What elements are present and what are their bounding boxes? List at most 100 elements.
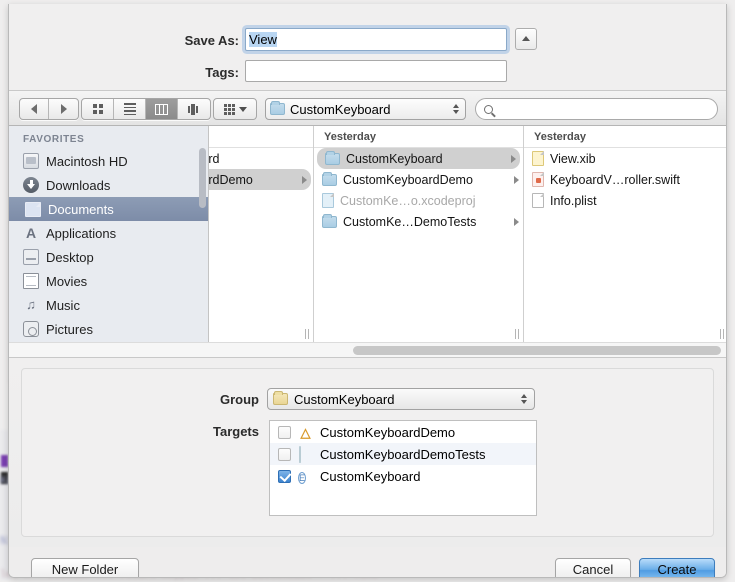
column-row[interactable]: CustomKe…o.xcodeproj xyxy=(314,190,523,211)
column-resize-handle[interactable] xyxy=(718,328,726,339)
arrow-right-icon xyxy=(60,104,67,114)
sidebar-item-music[interactable]: ♫ Music xyxy=(9,293,208,317)
back-button[interactable] xyxy=(20,99,49,119)
app-target-icon: △ xyxy=(300,424,311,440)
column-row-label: CustomKeyboardDemo xyxy=(343,172,473,187)
create-button[interactable]: Create xyxy=(639,558,715,577)
sidebar-item-label: Downloads xyxy=(46,177,111,193)
sidebar-item-label: Desktop xyxy=(46,249,94,265)
column-row[interactable]: …board xyxy=(209,148,313,169)
triangle-up-icon xyxy=(522,36,530,41)
browser-horizontal-scrollbar[interactable] xyxy=(9,342,726,357)
folder-icon xyxy=(322,213,337,228)
browser-toolbar: CustomKeyboard xyxy=(9,90,726,126)
column-row-label: …boardDemo xyxy=(209,172,253,187)
column-row-label: View.xib xyxy=(550,151,596,166)
targets-label: Targets xyxy=(213,424,259,439)
path-popup-button[interactable]: CustomKeyboard xyxy=(265,98,466,120)
column-row[interactable]: KeyboardV…roller.swift xyxy=(524,169,726,190)
folder-icon xyxy=(270,101,285,115)
gear-grid-icon xyxy=(223,103,235,115)
popup-arrows-icon xyxy=(453,104,459,114)
column-row[interactable]: CustomKeyboard xyxy=(317,148,520,169)
sidebar-item-downloads[interactable]: Downloads xyxy=(9,173,208,197)
coverflow-icon xyxy=(187,103,201,115)
new-folder-button[interactable]: New Folder xyxy=(31,558,139,577)
group-label: Group xyxy=(220,392,259,407)
target-checkbox[interactable] xyxy=(278,469,291,483)
sidebar-scrollbar[interactable] xyxy=(199,148,206,208)
plist-file-icon xyxy=(532,193,544,208)
sidebar-item-applications[interactable]: A Applications xyxy=(9,221,208,245)
sidebar-item-label: Macintosh HD xyxy=(46,153,128,169)
sidebar-item-desktop[interactable]: Desktop xyxy=(9,245,208,269)
dialog-footer: New Folder Cancel Create xyxy=(9,547,726,577)
desktop-icon xyxy=(23,249,39,265)
target-checkbox[interactable] xyxy=(278,425,291,439)
search-input[interactable] xyxy=(475,98,718,120)
column-row[interactable]: CustomKe…DemoTests xyxy=(314,211,523,232)
column-view-button[interactable] xyxy=(146,99,178,119)
accessory-panel: Group CustomKeyboard Targets △ CustomKey… xyxy=(9,357,726,547)
chevron-right-icon xyxy=(511,154,516,163)
column-row[interactable]: View.xib xyxy=(524,148,726,169)
column-row-label: CustomKe…o.xcodeproj xyxy=(340,193,476,208)
popup-arrows-icon xyxy=(521,394,527,404)
icon-view-button[interactable] xyxy=(82,99,114,119)
scrollbar-thumb[interactable] xyxy=(353,346,721,355)
test-target-icon xyxy=(298,445,313,463)
chevron-right-icon xyxy=(514,175,519,184)
target-label: CustomKeyboard xyxy=(320,468,421,484)
target-row[interactable]: CustomKeyboardDemoTests xyxy=(270,443,536,465)
list-view-button[interactable] xyxy=(114,99,146,119)
expand-browser-button[interactable] xyxy=(515,28,537,50)
coverflow-view-button[interactable] xyxy=(178,99,210,119)
save-as-input[interactable]: View xyxy=(245,28,507,51)
column-resize-handle[interactable] xyxy=(513,328,521,339)
pictures-icon xyxy=(23,321,39,337)
column-row-label: CustomKeyboard xyxy=(346,151,443,166)
tags-input[interactable] xyxy=(245,60,507,82)
column-resize-handle[interactable] xyxy=(303,328,311,339)
sidebar-item-label: Applications xyxy=(46,225,117,241)
sidebar-item-documents[interactable]: Documents xyxy=(9,197,208,221)
sidebar-item-macintosh-hd[interactable]: Macintosh HD xyxy=(9,149,208,173)
column-row[interactable]: …boardDemo xyxy=(209,169,311,190)
column-row[interactable]: Info.plist xyxy=(524,190,726,211)
arrow-left-icon xyxy=(31,104,37,114)
column-row[interactable]: CustomKeyboardDemo xyxy=(314,169,523,190)
forward-button[interactable] xyxy=(49,99,78,119)
view-mode-segmented-control xyxy=(81,98,211,120)
xib-file-icon xyxy=(532,151,544,166)
target-label: CustomKeyboardDemo xyxy=(320,424,456,440)
sidebar-item-movies[interactable]: Movies xyxy=(9,269,208,293)
targets-list: △ CustomKeyboardDemo CustomKeyboardDemoT… xyxy=(269,420,537,516)
chevron-down-icon xyxy=(238,106,247,112)
target-row[interactable]: △ CustomKeyboardDemo xyxy=(270,421,536,443)
group-popup-button[interactable]: CustomKeyboard xyxy=(267,388,535,410)
target-row[interactable]: E CustomKeyboard xyxy=(270,465,536,487)
target-checkbox[interactable] xyxy=(278,447,291,461)
sidebar-item-label: Music xyxy=(46,297,80,313)
documents-icon xyxy=(25,201,41,217)
navigation-segmented-control xyxy=(19,98,79,120)
target-label: CustomKeyboardDemoTests xyxy=(320,446,486,462)
column-row-label: …board xyxy=(209,151,220,166)
action-menu-button[interactable] xyxy=(213,98,257,120)
column-header xyxy=(209,126,313,148)
browser-column-1: Yesterday CustomKeyboard CustomKeyboardD… xyxy=(314,126,524,342)
downloads-icon xyxy=(23,177,39,193)
columns-icon xyxy=(155,103,168,115)
chevron-right-icon xyxy=(302,175,307,184)
browser-column-0: …board …boardDemo xyxy=(209,126,314,342)
sidebar-item-label: Movies xyxy=(46,273,88,289)
cancel-button[interactable]: Cancel xyxy=(555,558,631,577)
column-header: Yesterday xyxy=(314,126,523,148)
sidebar: FAVORITES Macintosh HD Downloads Documen… xyxy=(9,126,209,342)
folder-icon xyxy=(273,391,288,405)
save-as-value: View xyxy=(249,32,277,47)
sidebar-item-pictures[interactable]: Pictures xyxy=(9,317,208,341)
sidebar-section-header: FAVORITES xyxy=(23,134,85,145)
list-icon xyxy=(123,101,136,117)
extension-target-icon: E xyxy=(298,471,307,484)
